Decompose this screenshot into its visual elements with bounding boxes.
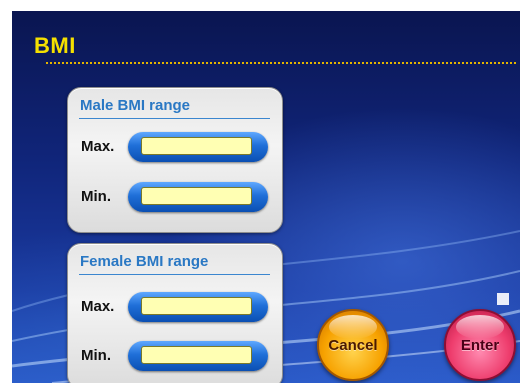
female-max-input[interactable]: [141, 297, 252, 315]
male-min-input[interactable]: [141, 187, 252, 205]
female-max-field-frame: [128, 292, 268, 322]
male-max-label: Max.: [81, 138, 115, 155]
male-min-field-frame: [128, 182, 268, 212]
male-bmi-panel: Male BMI range Max. Min.: [67, 87, 283, 233]
page-title: BMI: [34, 33, 76, 58]
female-bmi-panel: Female BMI range Max. Min.: [67, 243, 283, 383]
title-divider: [46, 62, 516, 64]
male-min-label: Min.: [81, 188, 111, 205]
cancel-button-label: Cancel: [328, 336, 378, 354]
enter-button[interactable]: Enter: [444, 309, 516, 381]
female-min-label: Min.: [81, 347, 111, 364]
male-max-field-frame: [128, 132, 268, 162]
male-bmi-heading: Male BMI range: [80, 97, 191, 114]
cancel-button[interactable]: Cancel: [317, 309, 389, 381]
female-min-field-frame: [128, 341, 268, 371]
female-bmi-heading: Female BMI range: [80, 253, 209, 270]
female-heading-divider: [79, 274, 270, 275]
male-heading-divider: [79, 118, 270, 119]
female-max-label: Max.: [81, 298, 115, 315]
female-min-input[interactable]: [141, 346, 252, 364]
male-max-input[interactable]: [141, 137, 252, 155]
enter-button-label: Enter: [460, 336, 500, 354]
bmi-settings-screen: BMI Male BMI range Max. Min. Female BMI …: [12, 11, 520, 383]
